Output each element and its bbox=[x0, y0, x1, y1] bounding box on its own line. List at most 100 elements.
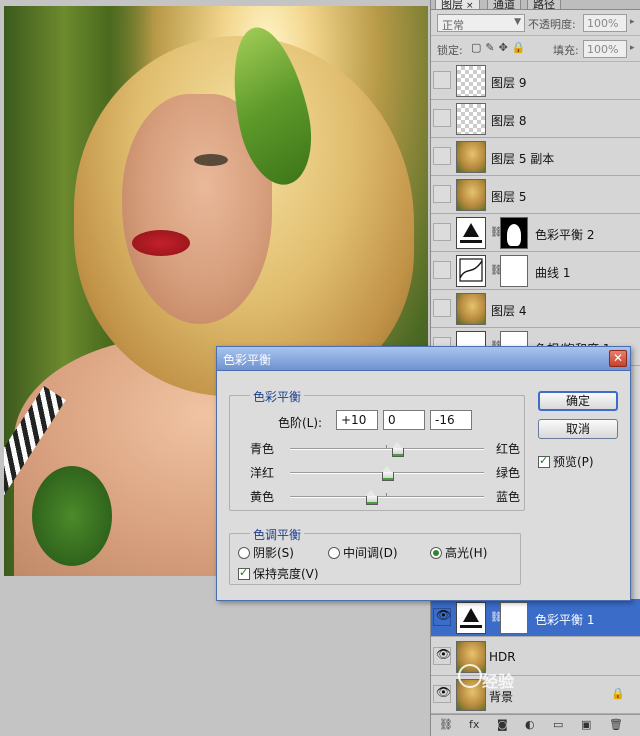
photo-leaf-lower bbox=[32, 466, 112, 566]
fx-icon[interactable]: fx bbox=[469, 718, 479, 731]
chevron-down-icon: ▼ bbox=[514, 17, 521, 27]
photo-lips bbox=[132, 230, 190, 256]
preserve-luminosity-checkbox[interactable]: 保持亮度(V) bbox=[238, 565, 319, 582]
tab-paths[interactable]: 路径 bbox=[527, 0, 561, 9]
visibility-toggle[interactable] bbox=[433, 261, 451, 279]
layer-thumbnail bbox=[456, 141, 486, 173]
fill-arrow-icon[interactable]: ▸ bbox=[630, 43, 635, 53]
close-button[interactable]: ✕ bbox=[609, 350, 627, 367]
layer-row[interactable]: ⛓ 曲线 1 bbox=[431, 252, 640, 290]
layer-row[interactable]: 图层 4 bbox=[431, 290, 640, 328]
layer-name: 图层 5 副本 bbox=[491, 152, 555, 166]
visibility-toggle[interactable] bbox=[433, 71, 451, 89]
trash-icon[interactable]: 🗑 bbox=[609, 718, 623, 731]
layer-name: 色彩平衡 2 bbox=[535, 228, 595, 242]
blend-options-row: 正常 ▼ 不透明度: 100% ▸ bbox=[431, 10, 640, 36]
color-balance-group: 色彩平衡 色阶(L): +10 0 -16 青色 红色 洋红 绿色 黄色 蓝色 bbox=[229, 388, 526, 511]
opacity-label: 不透明度: bbox=[528, 18, 576, 31]
levels-input-cyan-red[interactable]: +10 bbox=[336, 410, 378, 430]
new-layer-icon[interactable]: ▣ bbox=[581, 718, 591, 731]
layer-row[interactable]: 图层 5 副本 bbox=[431, 138, 640, 176]
layer-name: 图层 9 bbox=[491, 76, 527, 90]
slider-handle[interactable] bbox=[391, 442, 404, 457]
panel-footer: ⛓ fx ◙ ◐ ▭ ▣ 🗑 bbox=[431, 714, 640, 736]
layer-row[interactable]: 图层 8 bbox=[431, 100, 640, 138]
layer-mask-thumbnail[interactable] bbox=[500, 602, 528, 634]
layer-name: 图层 4 bbox=[491, 304, 527, 318]
lock-icons[interactable]: ▢✎✥🔒 bbox=[471, 41, 530, 54]
slider-handle[interactable] bbox=[382, 466, 394, 481]
slider-track[interactable] bbox=[290, 490, 484, 505]
link-layers-icon[interactable]: ⛓ bbox=[439, 718, 453, 731]
slider-track[interactable] bbox=[290, 466, 484, 481]
layer-row[interactable]: 图层 9 bbox=[431, 62, 640, 100]
photo-eye bbox=[194, 154, 228, 166]
lock-label: 锁定: bbox=[437, 44, 463, 57]
yellow-blue-slider-row: 黄色 蓝色 bbox=[230, 486, 526, 506]
new-group-icon[interactable]: ▭ bbox=[553, 718, 563, 731]
dialog-titlebar[interactable]: 色彩平衡 ✕ bbox=[217, 347, 630, 371]
lock-icon: 🔒 bbox=[611, 687, 625, 700]
layer-row[interactable]: 图层 5 bbox=[431, 176, 640, 214]
layer-mask-thumbnail[interactable] bbox=[500, 255, 528, 287]
slider-left-label: 黄色 bbox=[250, 490, 275, 504]
layer-name: 曲线 1 bbox=[535, 266, 571, 280]
layer-mask-thumbnail[interactable] bbox=[500, 217, 528, 249]
fill-label: 填充: bbox=[553, 44, 579, 57]
visibility-toggle[interactable] bbox=[433, 147, 451, 165]
tab-channels[interactable]: 通道 bbox=[487, 0, 521, 9]
midtones-radio[interactable]: 中间调(D) bbox=[328, 544, 398, 561]
highlights-radio[interactable]: 高光(H) bbox=[430, 544, 487, 561]
fill-input[interactable]: 100% bbox=[583, 40, 627, 58]
shadows-radio[interactable]: 阴影(S) bbox=[238, 544, 294, 561]
blend-mode-select[interactable]: 正常 ▼ bbox=[437, 14, 525, 32]
layer-row[interactable]: ⛓ 色彩平衡 2 bbox=[431, 214, 640, 252]
magenta-green-slider-row: 洋红 绿色 bbox=[230, 462, 526, 482]
layer-row-selected[interactable]: ⛓ 色彩平衡 1 bbox=[431, 599, 640, 637]
group-title: 色调平衡 bbox=[250, 526, 305, 543]
add-mask-icon[interactable]: ◙ bbox=[497, 718, 508, 731]
eye-icon[interactable] bbox=[433, 608, 451, 626]
color-balance-icon bbox=[456, 217, 486, 249]
slider-left-label: 青色 bbox=[250, 442, 275, 456]
layer-thumbnail bbox=[456, 65, 486, 97]
levels-input-yellow-blue[interactable]: -16 bbox=[430, 410, 472, 430]
watermark-logo bbox=[458, 664, 482, 688]
tab-layers[interactable]: 图层 × bbox=[435, 0, 480, 9]
visibility-toggle[interactable] bbox=[433, 109, 451, 127]
eye-icon[interactable] bbox=[433, 685, 451, 703]
preview-checkbox[interactable]: 预览(P) bbox=[538, 453, 594, 470]
eye-icon[interactable] bbox=[433, 647, 451, 665]
color-balance-dialog: 色彩平衡 ✕ 色彩平衡 色阶(L): +10 0 -16 青色 红色 洋红 绿色… bbox=[216, 346, 631, 601]
watermark-text: 经验 bbox=[482, 672, 515, 691]
levels-label: 色阶(L): bbox=[278, 416, 323, 430]
slider-track[interactable] bbox=[290, 442, 484, 457]
layer-name: 色彩平衡 1 bbox=[535, 613, 595, 627]
slider-right-label: 绿色 bbox=[495, 466, 520, 480]
lock-options-row: 锁定: ▢✎✥🔒 填充: 100% ▸ bbox=[431, 36, 640, 62]
cyan-red-slider-row: 青色 红色 bbox=[230, 438, 526, 458]
visibility-toggle[interactable] bbox=[433, 185, 451, 203]
slider-handle[interactable] bbox=[366, 490, 379, 505]
layer-name: 图层 8 bbox=[491, 114, 527, 128]
slider-left-label: 洋红 bbox=[250, 466, 275, 480]
ok-button[interactable]: 确定 bbox=[538, 391, 618, 411]
opacity-input[interactable]: 100% bbox=[583, 14, 627, 32]
panel-tabs: 图层 × 通道 路径 bbox=[431, 0, 640, 10]
dialog-title: 色彩平衡 bbox=[223, 353, 272, 367]
layer-thumbnail bbox=[456, 179, 486, 211]
visibility-toggle[interactable] bbox=[433, 223, 451, 241]
cancel-button[interactable]: 取消 bbox=[538, 419, 618, 439]
slider-right-label: 红色 bbox=[495, 442, 520, 456]
group-title: 色彩平衡 bbox=[250, 388, 305, 405]
adjustment-layer-icon[interactable]: ◐ bbox=[525, 718, 535, 731]
close-icon[interactable]: × bbox=[466, 1, 474, 9]
slider-right-label: 蓝色 bbox=[495, 490, 520, 504]
levels-input-magenta-green[interactable]: 0 bbox=[383, 410, 425, 430]
layer-thumbnail bbox=[456, 293, 486, 325]
opacity-arrow-icon[interactable]: ▸ bbox=[630, 17, 635, 27]
layer-name: HDR bbox=[489, 650, 516, 664]
tone-balance-group: 色调平衡 阴影(S) 中间调(D) 高光(H) 保持亮度(V) bbox=[229, 526, 521, 585]
layer-name: 图层 5 bbox=[491, 190, 527, 204]
visibility-toggle[interactable] bbox=[433, 299, 451, 317]
